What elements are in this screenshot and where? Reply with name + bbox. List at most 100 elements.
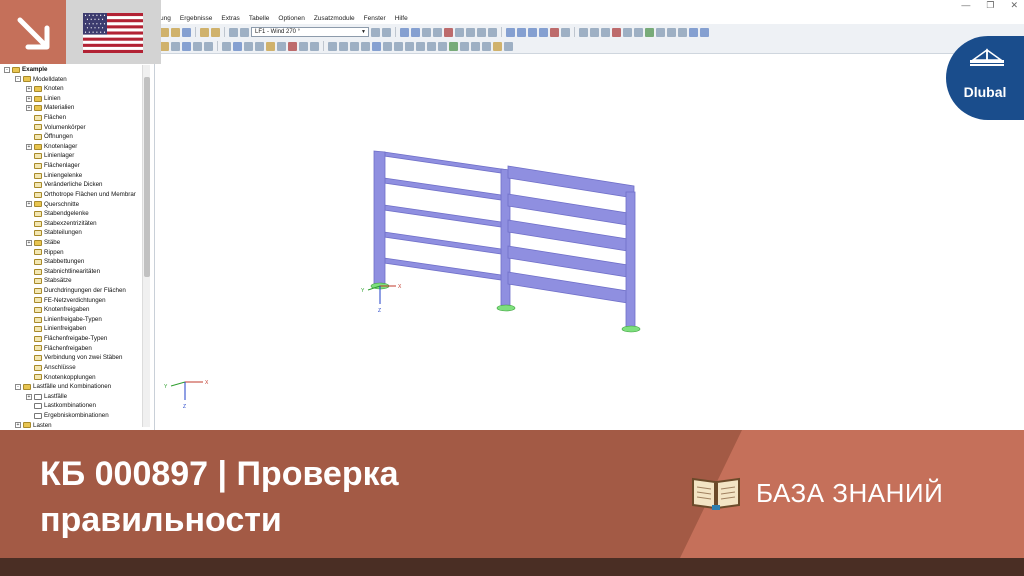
move-icon[interactable] bbox=[339, 41, 348, 51]
navigator-item[interactable]: Veränderliche Dicken bbox=[4, 180, 142, 190]
zoom-icon[interactable] bbox=[477, 27, 486, 37]
load-case-select[interactable]: LF1 - Wind 270 ° ▼ bbox=[251, 27, 369, 37]
navigator-item[interactable]: Linienlager bbox=[4, 151, 142, 161]
table-icon[interactable] bbox=[211, 27, 220, 37]
expand-icon[interactable]: + bbox=[26, 86, 32, 93]
navigator-item[interactable]: Durchdringungen der Flächen bbox=[4, 286, 142, 296]
expand-icon[interactable]: + bbox=[15, 422, 21, 429]
navigator-item[interactable]: Knotenkopplungen bbox=[4, 373, 142, 383]
help-icon[interactable] bbox=[667, 27, 676, 37]
deformation-icon[interactable] bbox=[411, 27, 420, 37]
menu-item[interactable]: ung bbox=[160, 15, 171, 22]
divide-icon[interactable] bbox=[372, 41, 381, 51]
animation-icon[interactable] bbox=[444, 27, 453, 37]
surface-load-icon[interactable] bbox=[310, 41, 319, 51]
navigator-item[interactable]: Lastkombinationen bbox=[4, 401, 142, 411]
info-icon[interactable] bbox=[678, 27, 687, 37]
navigator-item[interactable]: Linienfreigaben bbox=[4, 324, 142, 334]
prev-load-case-icon[interactable] bbox=[371, 27, 380, 37]
dxf-icon[interactable] bbox=[471, 41, 480, 51]
material-icon[interactable] bbox=[255, 41, 264, 51]
expand-icon[interactable]: + bbox=[26, 143, 32, 150]
navigator-item[interactable]: Rippen bbox=[4, 248, 142, 258]
navigator-item[interactable]: Verbindung von zwei Stäben bbox=[4, 353, 142, 363]
menu-item[interactable]: Optionen bbox=[278, 15, 304, 22]
navigator-item[interactable]: - Example bbox=[4, 65, 142, 75]
calculate-icon[interactable] bbox=[229, 27, 238, 37]
navigator-item[interactable]: Ergebniskombinationen bbox=[4, 411, 142, 421]
member-icon[interactable] bbox=[182, 41, 191, 51]
pan-icon[interactable] bbox=[488, 27, 497, 37]
expand-icon[interactable]: + bbox=[26, 201, 32, 208]
navigator-item[interactable]: Volumenkörper bbox=[4, 123, 142, 133]
print-icon[interactable] bbox=[466, 27, 475, 37]
arrow-icon[interactable] bbox=[579, 27, 588, 37]
minimize-icon[interactable]: — bbox=[961, 0, 970, 11]
display-icon[interactable] bbox=[400, 27, 409, 37]
navigator-item[interactable]: + Lastfälle bbox=[4, 392, 142, 402]
render-icon[interactable] bbox=[689, 27, 698, 37]
node-icon[interactable] bbox=[160, 41, 169, 51]
scale-icon[interactable] bbox=[361, 41, 370, 51]
expand-icon[interactable]: + bbox=[26, 95, 32, 102]
navigator-item[interactable]: Stabbettungen bbox=[4, 257, 142, 267]
navigator-item[interactable]: Anschlüsse bbox=[4, 363, 142, 373]
mirror-icon[interactable] bbox=[350, 41, 359, 51]
nodal-load-icon[interactable] bbox=[288, 41, 297, 51]
surface-icon[interactable] bbox=[193, 41, 202, 51]
menu-item[interactable]: Zusatzmodule bbox=[314, 15, 355, 22]
navigator-item[interactable]: Orthotrope Flächen und Membrar bbox=[4, 190, 142, 200]
navigator-item[interactable]: - Modelldaten bbox=[4, 75, 142, 85]
navigator-scrollbar[interactable] bbox=[142, 65, 150, 427]
view-icon[interactable] bbox=[200, 27, 209, 37]
copy-icon[interactable] bbox=[328, 41, 337, 51]
menu-item[interactable]: Ergebnisse bbox=[180, 15, 213, 22]
redo-icon[interactable] bbox=[634, 27, 643, 37]
navigator-item[interactable]: Flächenfreigaben bbox=[4, 344, 142, 354]
navigator-item[interactable]: Liniengelenke bbox=[4, 171, 142, 181]
section-icon[interactable] bbox=[455, 27, 464, 37]
rotate-icon[interactable] bbox=[561, 27, 570, 37]
undo-icon[interactable] bbox=[623, 27, 632, 37]
results-icon[interactable] bbox=[240, 27, 249, 37]
navigator-item[interactable]: Linienfreigabe-Typen bbox=[4, 315, 142, 325]
menu-item[interactable]: Hilfe bbox=[395, 15, 408, 22]
view-y-icon[interactable] bbox=[528, 27, 537, 37]
check-icon[interactable] bbox=[645, 27, 654, 37]
save-icon[interactable] bbox=[182, 27, 191, 37]
join-icon[interactable] bbox=[405, 41, 414, 51]
snap-icon[interactable] bbox=[416, 41, 425, 51]
navigator-item[interactable]: Flächenlager bbox=[4, 161, 142, 171]
navigator-item[interactable]: Öffnungen bbox=[4, 132, 142, 142]
visibility-icon[interactable] bbox=[449, 41, 458, 51]
coordinate-icon[interactable] bbox=[493, 41, 502, 51]
guide-line-icon[interactable] bbox=[460, 41, 469, 51]
member-load-icon[interactable] bbox=[299, 41, 308, 51]
measure-icon[interactable] bbox=[590, 27, 599, 37]
new-file-icon[interactable] bbox=[160, 27, 169, 37]
navigator-item[interactable]: + Lasten bbox=[4, 421, 142, 430]
workplane-icon[interactable] bbox=[482, 41, 491, 51]
restore-icon[interactable]: ❐ bbox=[986, 0, 994, 11]
expand-icon[interactable]: + bbox=[26, 239, 32, 246]
language-flag-box[interactable] bbox=[66, 0, 161, 64]
navigator-item[interactable]: Stabnichtlinearitäten bbox=[4, 267, 142, 277]
extrude-icon[interactable] bbox=[394, 41, 403, 51]
line-icon[interactable] bbox=[171, 41, 180, 51]
dimension-icon[interactable] bbox=[427, 41, 436, 51]
expand-icon[interactable]: + bbox=[26, 393, 32, 400]
lock-icon[interactable] bbox=[656, 27, 665, 37]
comment-icon[interactable] bbox=[438, 41, 447, 51]
model-viewport[interactable]: X Y Z X Y Z bbox=[156, 54, 1024, 430]
grid-icon[interactable] bbox=[601, 27, 610, 37]
navigator-item[interactable]: - Lastfälle und Kombinationen bbox=[4, 382, 142, 392]
navigator-item[interactable]: + Querschnitte bbox=[4, 200, 142, 210]
wireframe-icon[interactable] bbox=[700, 27, 709, 37]
load-icon[interactable] bbox=[266, 41, 275, 51]
delete-icon[interactable] bbox=[612, 27, 621, 37]
navigator-item[interactable]: Flächen bbox=[4, 113, 142, 123]
navigator-item[interactable]: + Knotenlager bbox=[4, 142, 142, 152]
connect-icon[interactable] bbox=[383, 41, 392, 51]
view-x-icon[interactable] bbox=[517, 27, 526, 37]
navigator-item[interactable]: Stabexzentrizitäten bbox=[4, 219, 142, 229]
